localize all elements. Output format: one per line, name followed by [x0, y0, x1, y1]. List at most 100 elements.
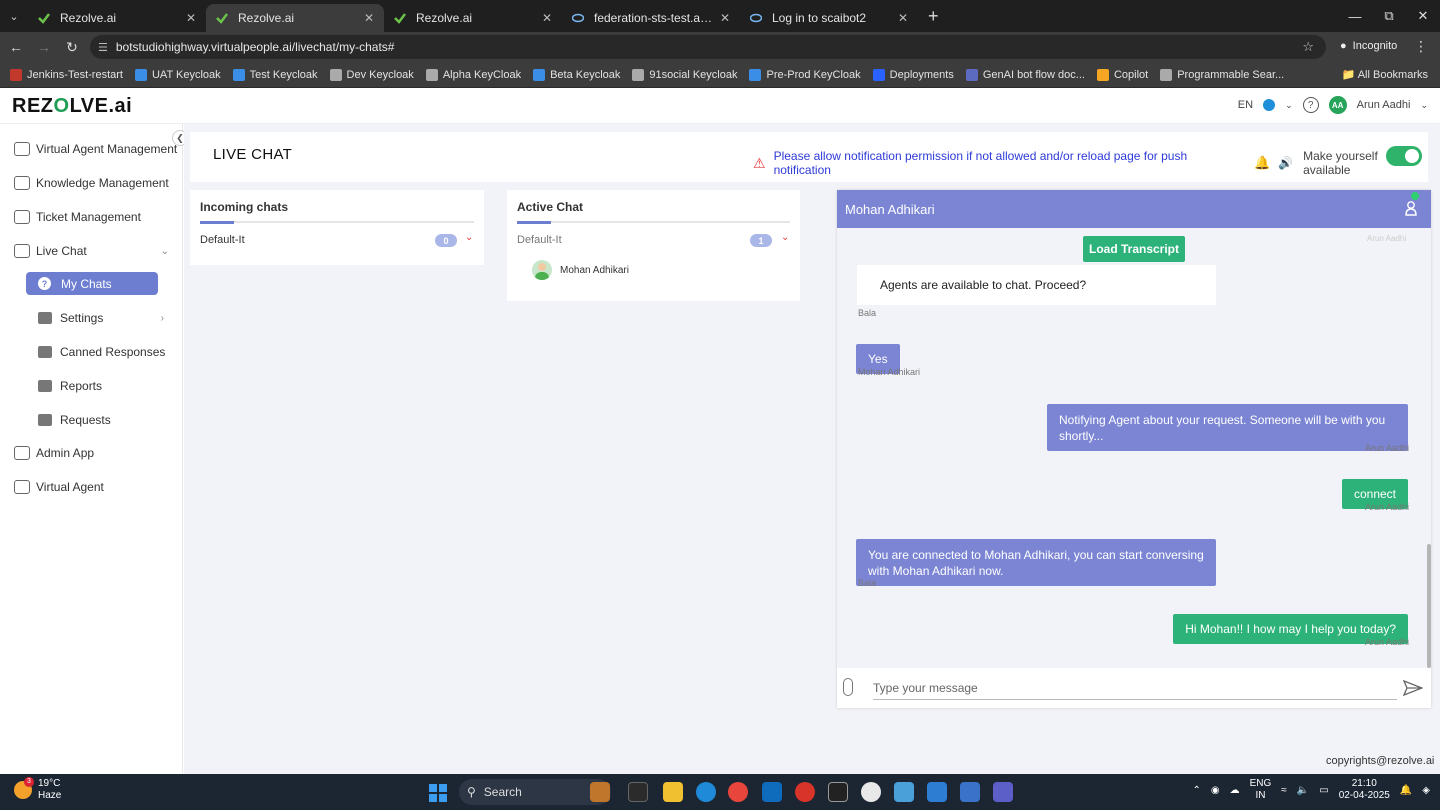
chevron-up-icon[interactable]: ⌃ [1192, 785, 1200, 796]
language-selector[interactable]: EN [1238, 99, 1253, 111]
taskbar-app-icon[interactable] [628, 782, 648, 802]
reload-icon[interactable]: ↻ [60, 35, 84, 59]
url-bar[interactable]: ☰ botstudiohighway.virtualpeople.ai/live… [90, 35, 1326, 59]
bookmark-item[interactable]: Programmable Sear... [1160, 68, 1284, 81]
teams-icon[interactable] [993, 782, 1013, 802]
site-info-icon[interactable]: ☰ [98, 41, 108, 54]
new-tab-icon[interactable]: + [928, 6, 939, 27]
input-language[interactable]: ENG IN [1250, 778, 1272, 802]
chat-scrollbar-thumb[interactable] [1427, 544, 1431, 668]
close-tab-icon[interactable]: ✕ [186, 11, 196, 25]
bell-icon[interactable]: 🔔 [1254, 155, 1270, 171]
browser-tab[interactable]: Log in to scaibot2 ✕ [740, 4, 918, 32]
sidebar-item-settings[interactable]: Settings › [38, 311, 164, 325]
avatar[interactable]: AA [1328, 96, 1347, 114]
sidebar-item-admin-app[interactable]: Admin App [14, 446, 94, 460]
bookmark-item[interactable]: Alpha KeyCloak [425, 68, 521, 81]
vscode-icon[interactable] [927, 782, 947, 802]
tray-app-icon[interactable]: ☁ [1230, 785, 1240, 796]
taskbar-app-icon[interactable] [795, 782, 815, 802]
wifi-icon[interactable]: ≈ [1281, 785, 1287, 796]
chat-messages[interactable]: Arun Aadhi Load Transcript Agents are av… [837, 228, 1431, 668]
close-window-icon[interactable]: ✕ [1406, 0, 1440, 32]
clock[interactable]: 21:10 02-04-2025 [1339, 778, 1390, 802]
taskbar-app-icon[interactable] [828, 782, 848, 802]
browser-tab[interactable]: Rezolve.ai ✕ [384, 4, 562, 32]
sidebar-item-canned-responses[interactable]: Canned Responses [38, 345, 165, 359]
sidebar-item-ticket-management[interactable]: Ticket Management [14, 210, 141, 224]
active-chat-item[interactable]: Mohan Adhikari [532, 260, 629, 280]
help-icon[interactable]: ? [1302, 97, 1319, 113]
user-name[interactable]: Arun Aadhi [1357, 99, 1411, 111]
globe-icon[interactable] [1263, 99, 1276, 111]
taskbar-app-icon[interactable] [960, 782, 980, 802]
queue-name[interactable]: Default-It [200, 234, 245, 246]
browser-tab[interactable]: Rezolve.ai ✕ [28, 4, 206, 32]
browser-tab-active[interactable]: Rezolve.ai ✕ [206, 4, 384, 32]
load-transcript-button[interactable]: Load Transcript [1083, 236, 1185, 262]
clock-date: 02-04-2025 [1338, 790, 1390, 801]
close-tab-icon[interactable]: ✕ [720, 11, 730, 25]
availability-toggle[interactable] [1386, 146, 1422, 166]
bookmark-item[interactable]: GenAI bot flow doc... [965, 68, 1085, 81]
message-input[interactable] [873, 676, 1397, 700]
bookmark-item[interactable]: Test Keycloak [232, 68, 318, 81]
send-icon[interactable] [1403, 680, 1423, 696]
minimize-icon[interactable]: — [1338, 0, 1372, 32]
bookmark-item[interactable]: 91social Keycloak [632, 68, 737, 81]
browser-menu-icon[interactable]: ⋮ [1414, 38, 1428, 55]
user-icon[interactable] [1405, 200, 1417, 216]
bookmark-item[interactable]: Dev Keycloak [329, 68, 414, 81]
bookmark-item[interactable]: Deployments [872, 68, 954, 81]
edge-browser-icon[interactable] [696, 782, 716, 802]
sidebar-item-knowledge-management[interactable]: Knowledge Management [14, 176, 169, 190]
close-tab-icon[interactable]: ✕ [542, 11, 552, 25]
notification-bell-icon[interactable]: 🔔 [1400, 785, 1412, 796]
chrome-browser-icon[interactable] [728, 782, 748, 802]
all-bookmarks[interactable]: 📁 All Bookmarks [1342, 68, 1428, 81]
sidebar-item-my-chats[interactable]: ? My Chats [26, 272, 158, 295]
close-tab-icon[interactable]: ✕ [364, 11, 374, 25]
chevron-down-icon[interactable]: ⌄ [1420, 100, 1428, 111]
tab-search-icon[interactable]: ⌄ [0, 0, 28, 32]
chevron-down-icon[interactable]: ⌄ [1285, 100, 1293, 111]
sidebar-item-live-chat[interactable]: Live Chat ⌄ [14, 244, 169, 258]
taskbar-app-icon[interactable] [861, 782, 881, 802]
tray-app-icon[interactable]: ◉ [1211, 785, 1220, 796]
close-tab-icon[interactable]: ✕ [898, 11, 908, 25]
taskbar-app-icon[interactable] [894, 782, 914, 802]
back-icon[interactable]: ← [4, 35, 28, 59]
file-explorer-icon[interactable] [663, 782, 683, 802]
sidebar-item-reports[interactable]: Reports [38, 379, 102, 393]
rezolve-logo[interactable]: REZOLVE.ai [12, 95, 132, 118]
attachment-icon[interactable] [843, 678, 853, 696]
bookmark-item[interactable]: Pre-Prod KeyCloak [749, 68, 861, 81]
battery-icon[interactable]: ▭ [1319, 785, 1328, 796]
bookmark-item[interactable]: Beta Keycloak [533, 68, 620, 81]
copilot-icon[interactable]: ◈ [1422, 785, 1430, 796]
taskbar-search[interactable]: ⚲ Search [459, 779, 611, 805]
forward-icon[interactable]: → [32, 35, 56, 59]
browser-tab[interactable]: federation-sts-test.apps.actionab ✕ [562, 4, 740, 32]
bookmark-item[interactable]: UAT Keycloak [134, 68, 221, 81]
sidebar-item-virtual-agent[interactable]: Virtual Agent [14, 480, 104, 494]
volume-icon[interactable]: 🔈 [1297, 785, 1309, 796]
sidebar-item-virtual-agent-management[interactable]: Virtual Agent Management [14, 142, 177, 156]
bookmark-item[interactable]: Jenkins-Test-restart [10, 68, 123, 81]
windows-start-icon[interactable] [429, 784, 447, 802]
weather-widget[interactable]: 3 19°C Haze [14, 777, 61, 802]
chevron-down-icon[interactable]: ⌄ [465, 232, 473, 243]
bookmark-item[interactable]: Copilot [1096, 68, 1148, 81]
temperature: 19°C [38, 778, 61, 789]
queue-name[interactable]: Default-It [517, 234, 562, 246]
language-code: ENG [1249, 778, 1272, 789]
sidebar-item-requests[interactable]: Requests [38, 413, 111, 427]
taskbar-app-icon[interactable] [590, 782, 610, 802]
bookmark-star-icon[interactable]: ☆ [1302, 39, 1314, 55]
speaker-icon[interactable]: 🔊 [1278, 156, 1293, 170]
chevron-down-icon[interactable]: ⌄ [781, 232, 789, 243]
message-sender: Bala [858, 308, 877, 318]
outlook-icon[interactable] [762, 782, 782, 802]
incognito-indicator[interactable]: ● Incognito [1340, 40, 1397, 52]
restore-icon[interactable]: ⧉ [1372, 0, 1406, 32]
